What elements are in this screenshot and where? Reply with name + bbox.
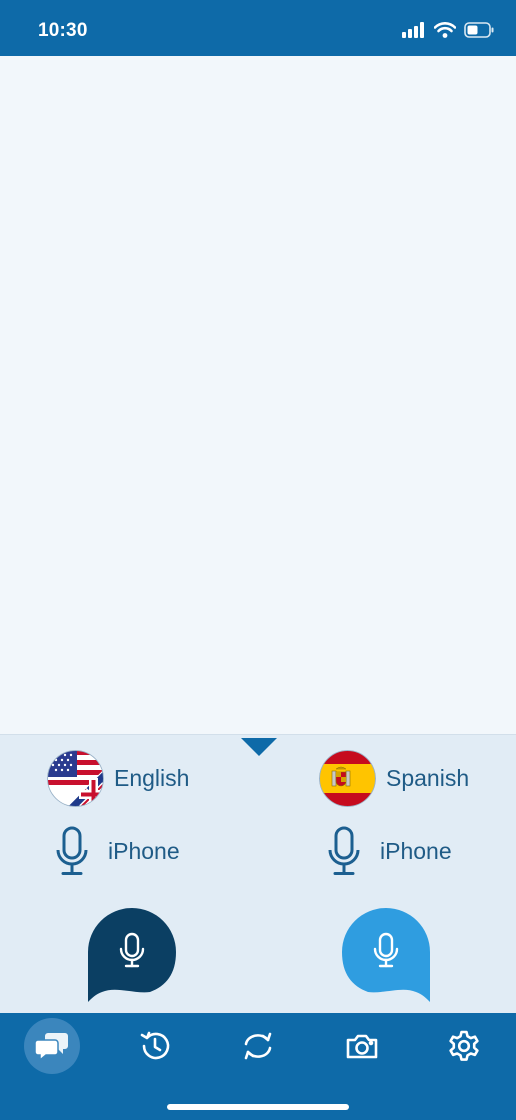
- talk-button-right[interactable]: [340, 906, 432, 1004]
- language-selector-left[interactable]: English: [47, 750, 189, 807]
- source-language-label: English: [114, 765, 190, 791]
- collapse-panel-icon[interactable]: [241, 738, 277, 756]
- input-device-label-left: iPhone: [108, 837, 180, 864]
- input-device-label-right: iPhone: [380, 837, 452, 864]
- wifi-icon: [434, 22, 456, 38]
- tab-camera[interactable]: [334, 1018, 390, 1074]
- input-device-selector-right[interactable]: iPhone: [328, 826, 452, 876]
- status-icons: [402, 22, 494, 38]
- conversation-area: [0, 56, 516, 734]
- settings-icon: [449, 1030, 479, 1061]
- battery-icon: [464, 22, 494, 38]
- conversation-icon: [35, 1033, 68, 1061]
- uk-us-flag-icon: [47, 750, 104, 807]
- target-language-label: Spanish: [386, 765, 470, 791]
- input-device-selector-left[interactable]: iPhone: [56, 826, 180, 876]
- spain-flag-icon: [319, 750, 376, 807]
- cellular-signal-icon: [402, 22, 424, 38]
- tab-history[interactable]: [127, 1018, 183, 1074]
- history-icon: [140, 1031, 170, 1060]
- language-selector-right[interactable]: Spanish: [319, 750, 469, 807]
- talk-button-left[interactable]: [86, 906, 178, 1004]
- home-indicator[interactable]: [167, 1104, 349, 1110]
- status-time: 10:30: [38, 20, 88, 41]
- camera-icon: [346, 1034, 378, 1059]
- tab-conversation[interactable]: [24, 1018, 80, 1074]
- microphone-icon: [328, 826, 360, 875]
- status-bar: 10:30: [0, 0, 516, 56]
- microphone-icon: [56, 826, 88, 875]
- swap-icon: [244, 1032, 272, 1060]
- tab-settings[interactable]: [436, 1018, 492, 1074]
- tab-swap-languages[interactable]: [230, 1018, 286, 1074]
